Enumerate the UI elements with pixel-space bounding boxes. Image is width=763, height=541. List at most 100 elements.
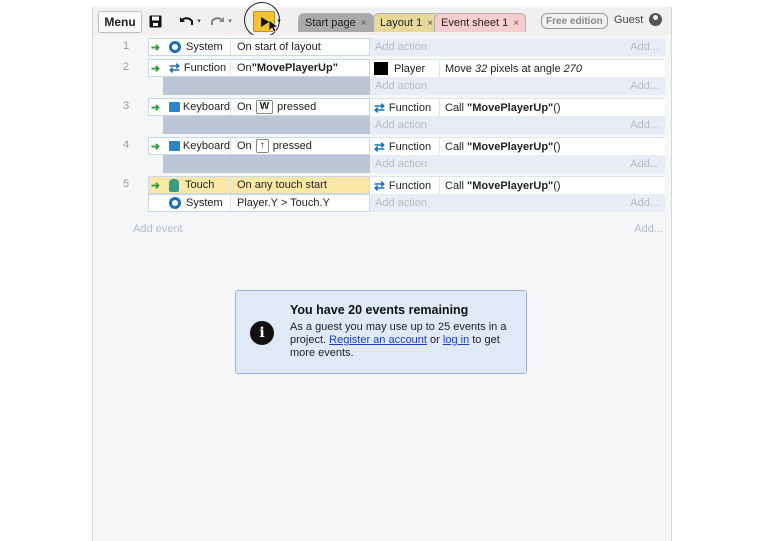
trigger-arrow-icon: ➜ xyxy=(150,140,161,153)
event-limit-notice: i You have 20 events remaining As a gues… xyxy=(235,290,527,374)
trigger-arrow-icon: ➜ xyxy=(150,179,161,192)
log-in-link[interactable]: log in xyxy=(443,334,469,346)
add-more-link[interactable]: Add... xyxy=(630,41,659,53)
tab-event-sheet-1[interactable]: Event sheet 1 × xyxy=(434,13,527,32)
add-action-row[interactable]: Add action Add... xyxy=(370,116,665,134)
close-icon[interactable]: × xyxy=(513,18,519,29)
event-condition[interactable]: System On start of layout xyxy=(148,38,370,56)
action-text-part: Move xyxy=(445,62,472,75)
add-event-link[interactable]: Add event xyxy=(133,223,183,235)
condition-object-label: System xyxy=(186,41,223,53)
event-number: 1 xyxy=(122,40,130,52)
condition-text: Player.Y > Touch.Y xyxy=(237,197,330,209)
construct-app: Menu ▾ ▾ ▾ Start page × Layout 1 × Event… xyxy=(92,2,672,541)
event-action[interactable]: ⇄ Function Call "MovePlayerUp" () xyxy=(370,98,665,116)
event-condition[interactable]: ⇄ Function On "MovePlayerUp" xyxy=(148,59,370,77)
undo-icon[interactable] xyxy=(178,11,194,31)
condition-text: On "MovePlayerUp" xyxy=(231,60,369,76)
add-action-link[interactable]: Add action xyxy=(375,41,427,53)
function-icon: ⇄ xyxy=(374,138,385,154)
function-icon: ⇄ xyxy=(374,177,385,193)
notice-title: You have 20 events remaining xyxy=(290,303,469,317)
close-icon[interactable]: × xyxy=(361,18,367,29)
add-more-link[interactable]: Add... xyxy=(630,158,659,170)
key-up-arrow: ↑ xyxy=(255,139,269,153)
action-text: Move 32 pixels at angle 270 xyxy=(440,60,665,77)
mouse-pointer-icon xyxy=(268,19,279,36)
event-condition-selected[interactable]: Touch On any touch start xyxy=(148,176,370,194)
condition-object-label: Function xyxy=(183,62,227,74)
event-number: 3 xyxy=(122,100,130,112)
condition-text-part: pressed xyxy=(277,101,317,113)
condition-text-part: On xyxy=(237,140,252,152)
add-action-row[interactable]: Add action Add... xyxy=(370,38,665,56)
add-action-link[interactable]: Add action xyxy=(375,119,427,131)
condition-object-label: Keyboard xyxy=(182,101,230,113)
add-more-link[interactable]: Add... xyxy=(630,197,659,209)
add-more-link[interactable]: Add... xyxy=(634,223,663,235)
action-param: 32 xyxy=(474,62,488,75)
add-action-row[interactable]: Add action Add... xyxy=(370,155,665,173)
event-number: 2 xyxy=(122,61,130,73)
free-edition-badge[interactable]: Free edition xyxy=(541,13,608,29)
action-object-label: Player xyxy=(394,62,426,75)
event-gutter xyxy=(163,77,370,95)
add-action-row[interactable]: Add action Add... xyxy=(370,194,665,212)
trigger-arrow-icon: ➜ xyxy=(150,41,161,54)
event-action[interactable]: ⇄ Function Call "MovePlayerUp" () xyxy=(370,176,665,194)
event-action[interactable]: Player Move 32 pixels at angle 270 xyxy=(370,59,665,77)
condition-text: On ↑ pressed xyxy=(231,138,369,154)
menu-button[interactable]: Menu xyxy=(98,11,142,33)
event-action[interactable]: ⇄ Function Call "MovePlayerUp" () xyxy=(370,137,665,155)
condition-object-label: System xyxy=(186,197,223,209)
event-condition[interactable]: Keyboard On W pressed xyxy=(148,98,370,116)
condition-text: On any touch start xyxy=(237,179,327,191)
user-account-icon[interactable] xyxy=(649,13,662,26)
function-name: "MovePlayerUp" xyxy=(251,62,338,74)
toolbar: Menu ▾ ▾ ▾ Start page × Layout 1 × Event… xyxy=(93,2,671,38)
function-name: "MovePlayerUp" xyxy=(467,101,554,114)
add-action-link[interactable]: Add action xyxy=(375,197,427,209)
event-gutter xyxy=(163,155,370,173)
notice-text: or xyxy=(426,334,443,346)
event-number: 4 xyxy=(122,139,130,151)
condition-text: On start of layout xyxy=(237,41,321,53)
add-more-link[interactable]: Add... xyxy=(630,119,659,131)
condition-object-label: Keyboard xyxy=(182,140,230,152)
save-icon[interactable] xyxy=(148,11,162,31)
event-gutter xyxy=(163,116,370,134)
action-text-part: Call xyxy=(445,179,464,192)
action-object: ⇄ Function xyxy=(370,99,440,116)
add-action-link[interactable]: Add action xyxy=(375,80,427,92)
function-name: "MovePlayerUp" xyxy=(467,179,554,192)
info-icon: i xyxy=(250,321,274,345)
add-event-row[interactable]: Add event Add... xyxy=(133,223,663,235)
event-sub-condition[interactable]: System Player.Y > Touch.Y xyxy=(148,194,370,212)
trigger-arrow-icon: ➜ xyxy=(150,62,161,75)
event-number: 5 xyxy=(122,178,130,190)
action-text-part: () xyxy=(553,179,561,192)
register-account-link[interactable]: Register an account xyxy=(329,334,427,346)
condition-text-part: On xyxy=(237,62,252,74)
trigger-arrow-icon: ➜ xyxy=(150,101,161,114)
action-text-part: Call xyxy=(445,140,464,153)
redo-icon[interactable] xyxy=(209,11,225,31)
condition-object: System xyxy=(149,195,231,211)
action-object: ⇄ Function xyxy=(370,138,440,155)
action-object: Player xyxy=(370,60,440,77)
add-more-link[interactable]: Add... xyxy=(630,80,659,92)
condition-text: On W pressed xyxy=(231,99,369,115)
redo-dropdown-icon[interactable]: ▾ xyxy=(226,11,234,31)
function-icon: ⇄ xyxy=(374,99,385,115)
event-sheet: 1 System On start of layout ➜ Add action… xyxy=(93,35,671,541)
event-condition[interactable]: Keyboard On ↑ pressed xyxy=(148,137,370,155)
action-text-part: () xyxy=(553,140,561,153)
tab-start-page[interactable]: Start page × xyxy=(298,13,374,32)
add-action-link[interactable]: Add action xyxy=(375,158,427,170)
undo-dropdown-icon[interactable]: ▾ xyxy=(195,11,203,31)
action-text: Call "MovePlayerUp" () xyxy=(440,177,665,194)
guest-label[interactable]: Guest xyxy=(614,14,643,26)
close-icon[interactable]: × xyxy=(427,18,433,29)
tab-layout-1[interactable]: Layout 1 × xyxy=(373,13,441,32)
add-action-row[interactable]: Add action Add... xyxy=(370,77,665,95)
